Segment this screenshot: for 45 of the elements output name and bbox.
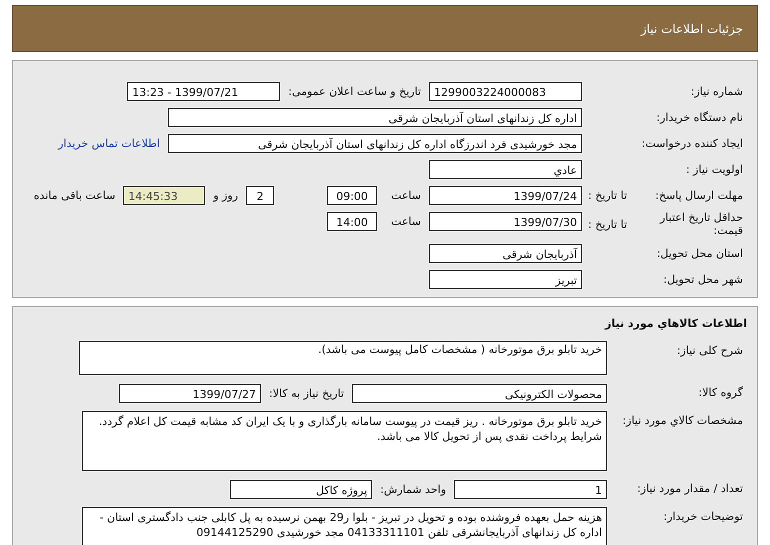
field-label: تا تاریخ :: [587, 218, 627, 230]
text-field[interactable]: اداره کل زندانهای استان آذربایجان شرقی: [168, 108, 582, 126]
countdown-field[interactable]: 14:45:33: [123, 186, 206, 204]
field-label: اولویت نیاز :: [686, 162, 743, 176]
field-label: نام دستگاه خریدار:: [656, 110, 743, 124]
text-field[interactable]: تبریز: [429, 270, 582, 288]
text-field[interactable]: 1: [454, 480, 607, 498]
field-label: ساعت: [391, 214, 421, 228]
contact-link[interactable]: اطلاعات تماس خریدار: [58, 136, 160, 150]
text-field[interactable]: 2: [246, 186, 274, 204]
text-area[interactable]: خرید تابلو برق موتورخانه ( مشخصات کامل پیوست می باشد).: [79, 341, 607, 375]
text-area[interactable]: خرید تابلو برق موتورخانه . ریز قیمت در پیوست سامانه بارگذاری و با یک ایران کد مشابه قیمت کل اعلام گردد. شرایط پرداخت نقدی پس از تحویل کالا می باشد.: [82, 411, 607, 471]
text-field[interactable]: 1399/07/30: [429, 212, 582, 230]
text-field[interactable]: محصولات الکترونیکی: [352, 384, 607, 402]
text-field[interactable]: 09:00: [327, 186, 378, 204]
field-label: ساعت باقی مانده: [34, 188, 116, 202]
text-field[interactable]: مجد خورشیدی فرد اندرزگاه اداره کل زندانهای استان آذربایجان شرقی: [168, 134, 582, 152]
field-label: روز و: [213, 188, 238, 202]
text-field[interactable]: 1399/07/24: [429, 186, 582, 204]
page-title: جزئیات اطلاعات نیاز: [640, 22, 743, 36]
field-label: حداقل تاریخ اعتبار قیمت:: [658, 211, 743, 237]
field-label: تعداد / مقدار مورد نیاز:: [637, 482, 743, 495]
text-field[interactable]: عادي: [429, 160, 582, 178]
text-field[interactable]: آذربایجان شرقی: [429, 244, 582, 262]
field-label: شماره نیاز:: [690, 84, 743, 98]
field-label: شرح کلی نیاز:: [676, 344, 743, 357]
text-field[interactable]: 14:00: [327, 212, 378, 230]
field-label: استان محل تحویل:: [656, 246, 743, 260]
field-label: ساعت: [391, 188, 421, 202]
field-label: واحد شمارش:: [380, 482, 446, 496]
section-heading: اطلاعات کالاهاي مورد نیاز: [604, 317, 748, 332]
text-field[interactable]: 1399/07/21 - 13:23: [127, 82, 280, 100]
field-label: مهلت ارسال پاسخ:: [655, 188, 743, 202]
field-label: شهر محل تحویل:: [663, 272, 743, 286]
field-label: ایجاد کننده درخواست:: [642, 136, 743, 150]
field-label: مشخصات کالاي مورد نیاز:: [622, 414, 743, 427]
text-field[interactable]: پروژه کاکل: [230, 480, 372, 498]
field-label: تاریخ نیاز به کالا:: [269, 386, 344, 400]
field-label: تاریخ و ساعت اعلان عمومی:: [288, 84, 421, 98]
field-label: توضیحات خریدار:: [664, 510, 743, 523]
text-field[interactable]: 1299003224000083: [429, 82, 582, 100]
field-label: گروه کالا:: [698, 386, 743, 399]
text-area[interactable]: هزینه حمل بعهده فروشنده بوده و تحویل در تبریز - بلوا ر29 بهمن نرسیده به پل کابلی جنب دادگستری استان - اداره کل زندانهای آذربایجانشرقی تلفن 04133311101 مجد خورشیدی 09144125290: [82, 507, 607, 545]
text-field[interactable]: 1399/07/27: [119, 384, 262, 402]
field-label: تا تاریخ :: [587, 188, 627, 202]
